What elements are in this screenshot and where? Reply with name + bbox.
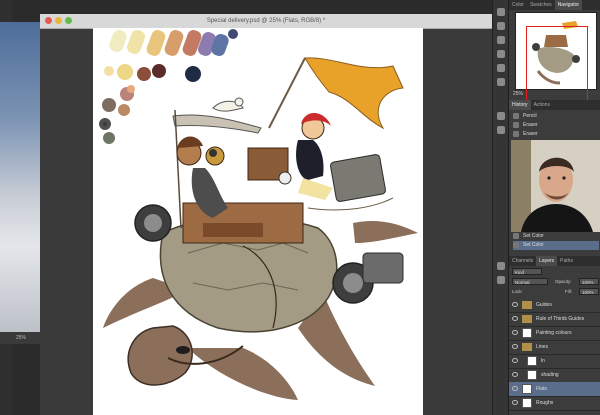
eye-icon[interactable] — [512, 330, 518, 335]
navigator-view-box[interactable] — [526, 26, 588, 101]
fill-label: Fill: — [565, 289, 572, 294]
panel-icon-strip — [492, 0, 509, 415]
styles-panel-icon[interactable] — [497, 50, 505, 58]
eye-icon[interactable] — [512, 400, 518, 405]
tab-color[interactable]: Color — [509, 0, 527, 10]
blend-mode-dropdown[interactable]: Normal — [512, 278, 548, 285]
history-item[interactable]: Eraser — [513, 130, 599, 139]
layers-panel-icon[interactable] — [497, 262, 505, 270]
tab-channels[interactable]: Channels — [509, 256, 536, 266]
tab-paths[interactable]: Paths — [557, 256, 576, 266]
brush-panel-icon[interactable] — [497, 64, 505, 72]
webcam-overlay — [511, 140, 600, 232]
history-item[interactable]: Set Color — [513, 232, 599, 241]
layer-thumbnail — [527, 370, 537, 380]
tab-history[interactable]: History — [509, 100, 531, 110]
set-color-icon — [513, 232, 519, 239]
history-item[interactable]: Eraser — [513, 121, 599, 130]
layer-thumbnail — [527, 356, 537, 366]
layer-thumbnail — [522, 328, 532, 338]
history-item-current[interactable]: Set Color — [513, 241, 599, 250]
layer-row[interactable]: Lines — [509, 340, 600, 355]
channels-panel-icon[interactable] — [497, 276, 505, 284]
set-color-icon — [513, 241, 519, 248]
presenter-video — [511, 140, 600, 232]
color-panel-icon[interactable] — [497, 8, 505, 16]
eraser-icon — [513, 130, 519, 137]
eye-icon[interactable] — [512, 344, 518, 349]
docked-panels: Color Swatches Navigator 25% History Act… — [508, 0, 600, 415]
history-tab-row: History Actions — [509, 100, 600, 110]
eraser-icon — [513, 121, 519, 128]
layer-row[interactable]: shading — [509, 368, 600, 383]
fill-field[interactable]: 100% — [579, 288, 599, 295]
opacity-field[interactable]: 100% — [579, 278, 599, 285]
folder-icon — [522, 315, 532, 323]
tab-navigator[interactable]: Navigator — [554, 0, 583, 10]
folder-icon — [522, 301, 532, 309]
navigator-thumbnail[interactable] — [515, 12, 597, 101]
turtle-illustration — [99, 29, 418, 400]
layer-thumbnail — [522, 384, 532, 394]
folder-icon — [522, 343, 532, 351]
history-panel-icon[interactable] — [497, 112, 505, 120]
kind-filter-dropdown[interactable]: Kind — [512, 268, 542, 275]
pencil-icon — [513, 112, 519, 119]
lock-label: Lock: — [512, 289, 523, 294]
layer-row[interactable]: ln — [509, 354, 600, 369]
eye-icon[interactable] — [512, 386, 518, 391]
background-zoom-readout: 25% — [0, 332, 40, 344]
swatches-panel-icon[interactable] — [497, 22, 505, 30]
eye-icon[interactable] — [512, 302, 518, 307]
document-title: Special delivery.psd @ 25% (Flats, RGB/8… — [206, 18, 326, 24]
tab-swatches[interactable]: Swatches — [527, 0, 555, 10]
info-panel-icon[interactable] — [497, 78, 505, 86]
layer-thumbnail — [522, 398, 532, 408]
layer-row[interactable]: Guides — [509, 298, 600, 313]
tab-layers[interactable]: Layers — [536, 256, 558, 266]
eye-icon[interactable] — [512, 316, 518, 321]
layer-row-selected[interactable]: Flats — [509, 382, 600, 397]
eye-icon[interactable] — [512, 358, 518, 363]
layer-row[interactable]: Roughs — [509, 396, 600, 411]
properties-panel-icon[interactable] — [497, 126, 505, 134]
adjustments-panel-icon[interactable] — [497, 36, 505, 44]
eye-icon[interactable] — [512, 372, 518, 377]
navigator-tab-row: Color Swatches Navigator — [509, 0, 600, 10]
tab-actions[interactable]: Actions — [531, 100, 553, 110]
layers-tab-row: Channels Layers Paths — [509, 256, 600, 266]
document-title-bar[interactable]: Special delivery.psd @ 25% (Flats, RGB/8… — [40, 14, 492, 29]
opacity-label: Opacity: — [555, 279, 572, 284]
history-item[interactable]: Pencil — [513, 112, 599, 121]
layer-row[interactable]: Painting colours — [509, 326, 600, 341]
navigator-zoom-value[interactable]: 25% — [513, 91, 523, 97]
layer-row[interactable]: Rule of Thirds Guides — [509, 312, 600, 327]
background-document-sky[interactable] — [0, 22, 40, 342]
